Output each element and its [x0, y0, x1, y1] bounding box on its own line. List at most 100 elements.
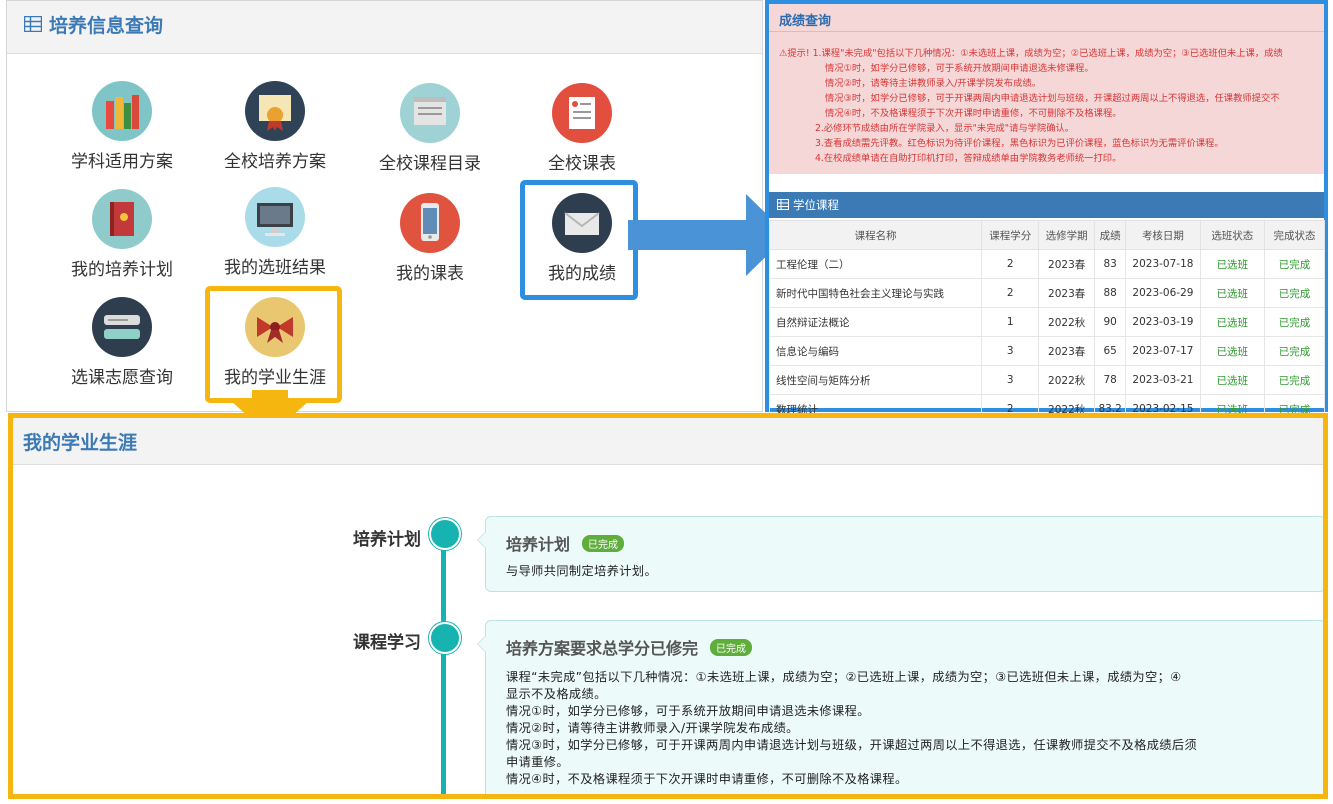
course-name-cell: 工程伦理（二）: [768, 249, 983, 279]
column-header[interactable]: 完成状态: [1263, 220, 1326, 250]
card-pointer: [477, 635, 486, 653]
column-header[interactable]: 考核日期: [1125, 220, 1201, 250]
plan-book-icon: [92, 189, 152, 249]
books-icon: [92, 81, 152, 141]
degree-course-bar: 学位课程: [769, 192, 1324, 218]
column-header[interactable]: 课程名称: [768, 220, 983, 250]
tip-line: 情况②时，请等待主讲教师录入/开课学院发布成绩。: [825, 78, 1041, 89]
table-row[interactable]: 自然辩证法概论 1 2022秋 90 2023-03-19 已选班 已完成: [768, 307, 1326, 337]
info-query-header: 培养信息查询: [7, 1, 762, 54]
grade-query-panel: 成绩查询 ⚠提示! 1.课程"未完成"包括以下几种情况：①未选班上课，成绩为空；…: [765, 0, 1328, 424]
grade-table: 课程名称 课程学分 选修学期 成绩 考核日期 选班状态 完成状态 工程伦理（二）…: [768, 220, 1326, 424]
table-cell: 65: [1094, 336, 1127, 366]
tile-course-wish-query[interactable]: 选课志愿查询: [47, 297, 197, 397]
course-name-cell: 线性空间与矩阵分析: [768, 365, 983, 395]
chat-icon: [92, 297, 152, 357]
timeline-dot: [429, 518, 461, 550]
table-row[interactable]: 工程伦理（二） 2 2023春 83 2023-07-18 已选班 已完成: [768, 249, 1326, 279]
tile-label: 全校课表: [548, 154, 616, 174]
tip-line: 2.必修环节成绩由所在学院录入，显示"未完成"请与学院确认。: [815, 123, 1075, 134]
table-cell: 已选班: [1199, 307, 1265, 337]
career-title: 我的学业生涯: [23, 432, 138, 454]
tile-my-timetable[interactable]: 我的课表: [355, 193, 505, 293]
grade-notice: 成绩查询 ⚠提示! 1.课程"未完成"包括以下几种情况：①未选班上课，成绩为空；…: [769, 4, 1324, 174]
table-cell: 2023春: [1038, 249, 1096, 279]
table-cell: 2023-06-29: [1125, 278, 1201, 308]
tile-school-scheme[interactable]: 全校培养方案: [200, 81, 350, 181]
career-header: 我的学业生涯: [13, 418, 1323, 465]
status-badge: 已完成: [582, 535, 625, 552]
column-header[interactable]: 课程学分: [981, 220, 1040, 250]
table-cell: 2023春: [1038, 278, 1096, 308]
tile-my-class-result[interactable]: 我的选班结果: [200, 187, 350, 287]
table-cell: 3: [981, 365, 1040, 395]
table-cell: 已完成: [1263, 278, 1326, 308]
card-body-line: 显示不及格成绩。: [506, 687, 607, 701]
card-body-line: 与导师共同制定培养计划。: [506, 564, 658, 578]
table-cell: 78: [1094, 365, 1127, 395]
column-header[interactable]: 成绩: [1094, 220, 1127, 250]
card-pointer: [477, 531, 486, 549]
timeline-step-label: 培养计划: [353, 530, 421, 550]
course-name-cell: 信息论与编码: [768, 336, 983, 366]
catalog-icon: [400, 83, 460, 143]
column-header[interactable]: 选班状态: [1199, 220, 1265, 250]
card-body: 课程“未完成”包括以下几种情况：①未选班上课，成绩为空；②已选班上课，成绩为空；…: [506, 669, 1197, 788]
table-cell: 1: [981, 307, 1040, 337]
tile-my-plan[interactable]: 我的培养计划: [47, 189, 197, 289]
table-cell: 90: [1094, 307, 1127, 337]
spacer: [769, 174, 1324, 192]
phone-icon: [400, 193, 460, 253]
grid-icon: [777, 199, 789, 210]
tile-label: 我的选班结果: [224, 258, 326, 278]
card-title-text: 培养方案要求总学分已修完: [506, 639, 699, 658]
table-row[interactable]: 信息论与编码 3 2023春 65 2023-07-17 已选班 已完成: [768, 336, 1326, 366]
table-row[interactable]: 新时代中国特色社会主义理论与实践 2 2023春 88 2023-06-29 已选班 已完成: [768, 278, 1326, 308]
column-header[interactable]: 选修学期: [1038, 220, 1096, 250]
tile-school-timetable[interactable]: 全校课表: [507, 83, 657, 183]
table-cell: 2022秋: [1038, 365, 1096, 395]
table-cell: 已选班: [1199, 365, 1265, 395]
card-title: 培养方案要求总学分已修完 已完成: [506, 635, 753, 659]
schedule-icon: [552, 83, 612, 143]
table-row[interactable]: 线性空间与矩阵分析 3 2022秋 78 2023-03-21 已选班 已完成: [768, 365, 1326, 395]
tile-label: 全校课程目录: [379, 154, 481, 174]
card-body-line: 情况④时，不及格课程须于下次开课时申请重修，不可删除不及格课程。: [506, 772, 908, 786]
table-cell: 3: [981, 336, 1040, 366]
table-cell: 88: [1094, 278, 1127, 308]
table-cell: 已完成: [1263, 307, 1326, 337]
grade-tips: ⚠提示! 1.课程"未完成"包括以下几种情况：①未选班上课，成绩为空；②已选班上…: [779, 46, 1333, 166]
grid-icon: [24, 16, 42, 32]
table-header-row: 课程名称 课程学分 选修学期 成绩 考核日期 选班状态 完成状态: [768, 220, 1326, 250]
table-cell: 2023-03-21: [1125, 365, 1201, 395]
course-name-cell: 新时代中国特色社会主义理论与实践: [768, 278, 983, 308]
info-query-title: 培养信息查询: [49, 15, 164, 37]
tile-label: 选课志愿查询: [71, 368, 173, 388]
tip-line: 3.查看成绩需先评教。红色标识为待评价课程，黑色标识为已评价课程，蓝色标识为无需…: [815, 138, 1224, 149]
card-body-line: 课程“未完成”包括以下几种情况：①未选班上课，成绩为空；②已选班上课，成绩为空；…: [506, 670, 1182, 684]
card-body-line: 情况①时，如学分已修够，可于系统开放期间申请退选未修课程。: [506, 704, 870, 718]
grade-query-title: 成绩查询: [779, 14, 832, 29]
tile-label: 全校培养方案: [224, 152, 326, 172]
card-body-line: 情况②时，请等待主讲教师录入/开课学院发布成绩。: [506, 721, 799, 735]
status-badge: 已完成: [710, 639, 753, 656]
highlight-my-grades: [520, 180, 638, 300]
tip-line: 情况①时，如学分已修够，可于系统开放期间申请退选未修课程。: [825, 63, 1094, 74]
table-cell: 2023-03-19: [1125, 307, 1201, 337]
tip-line: 4.在校成绩单请在自助打印机打印，答辩成绩单由学院教务老师统一打印。: [815, 153, 1122, 164]
table-cell: 2: [981, 278, 1040, 308]
tile-label: 学科适用方案: [71, 152, 173, 172]
tile-subject-scheme[interactable]: 学科适用方案: [47, 81, 197, 181]
table-cell: 已选班: [1199, 336, 1265, 366]
course-name-cell: 自然辩证法概论: [768, 307, 983, 337]
table-cell: 已选班: [1199, 278, 1265, 308]
card-body-line: 情况③时，如学分已修够，可于开课两周内申请退选计划与班级，开课超过两周以上不得退…: [506, 738, 1198, 752]
table-cell: 2022秋: [1038, 307, 1096, 337]
tile-course-catalog[interactable]: 全校课程目录: [355, 83, 505, 183]
tip-line: 情况④时，不及格课程须于下次开课时申请重修，不可删除不及格课程。: [825, 108, 1122, 119]
tile-label: 我的培养计划: [71, 260, 173, 280]
table-cell: 2023-07-18: [1125, 249, 1201, 279]
table-cell: 2023春: [1038, 336, 1096, 366]
degree-course-title: 学位课程: [793, 198, 839, 212]
arrow-right-icon: [628, 194, 788, 276]
